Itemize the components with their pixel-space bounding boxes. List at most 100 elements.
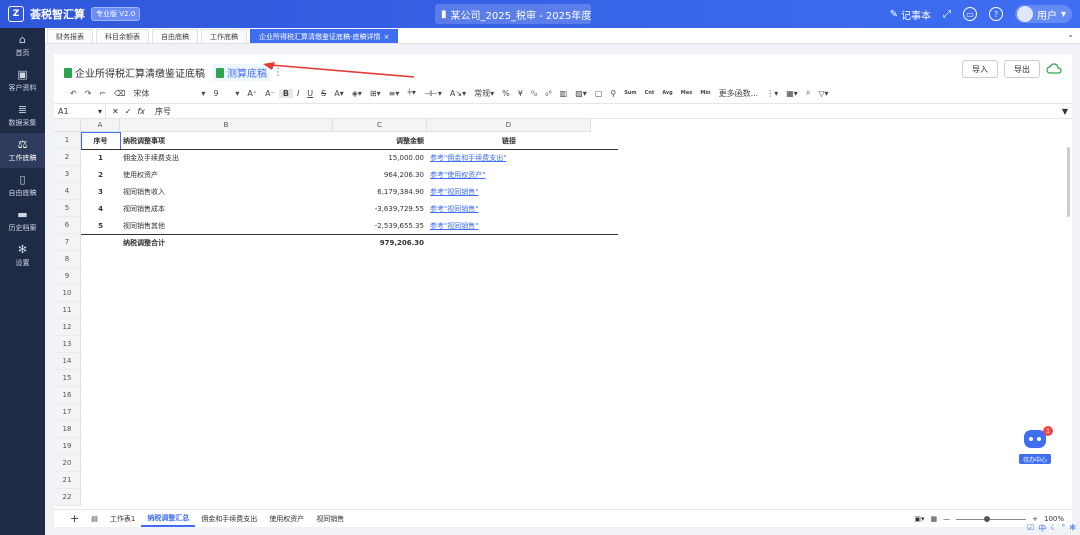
sum-button[interactable]: Sum [620, 90, 640, 96]
font-color-icon[interactable]: A▾ [330, 89, 348, 98]
underline-icon[interactable]: U [303, 89, 317, 98]
decimal-decrease-icon[interactable]: ₀⁰ [541, 89, 555, 98]
zoom-out-icon[interactable]: — [943, 515, 950, 523]
cell-item[interactable]: 佣金及手续费支出 [120, 149, 333, 166]
check-icon[interactable]: ☑ [1027, 523, 1034, 534]
row-header[interactable]: 6 [54, 217, 81, 234]
column-header[interactable]: D [427, 119, 591, 132]
row-header[interactable]: 21 [54, 472, 81, 489]
max-button[interactable]: Max [677, 90, 697, 96]
help-icon[interactable]: ? [988, 7, 1003, 21]
confirm-icon[interactable]: ✓ [125, 107, 132, 116]
border-icon[interactable]: ⊞▾ [366, 89, 385, 98]
cell-link[interactable]: 参考"视同销售" [427, 183, 591, 200]
align-vertical-icon[interactable]: ⫩▾ [403, 88, 420, 98]
freeze-icon[interactable]: ▦▾ [782, 89, 802, 98]
sidebar-item-data-collection[interactable]: ≣ 数据采集 [0, 98, 45, 133]
row-header[interactable]: 15 [54, 370, 81, 387]
gear-icon[interactable]: ✻ [1069, 523, 1076, 534]
cell-amount[interactable]: -2,539,655.35 [333, 217, 427, 234]
number-format-select[interactable]: 常规 ▾ [470, 88, 498, 99]
filter-icon[interactable]: ⋮▾ [762, 89, 782, 98]
column-header[interactable]: B [120, 119, 333, 132]
font-size-select[interactable]: 9 ▾ [209, 89, 243, 98]
row-header[interactable]: 12 [54, 319, 81, 336]
funnel-icon[interactable]: ▽▾ [814, 89, 832, 98]
user-menu[interactable]: 用户 ▾ [1014, 5, 1072, 23]
cell-no[interactable]: 2 [81, 166, 120, 183]
sheet-list-icon[interactable]: ▤ [85, 515, 104, 523]
cloud-sync-icon[interactable] [1046, 63, 1062, 75]
zoom-slider-handle[interactable] [984, 515, 991, 522]
count-button[interactable]: Cnt [641, 90, 659, 96]
select-all-corner[interactable] [54, 119, 81, 132]
tab-trial-balance[interactable]: 科目余额表 [96, 29, 149, 43]
cell-no[interactable]: 1 [81, 149, 120, 166]
cell-link[interactable]: 参考"使用权资产" [427, 166, 591, 183]
sidebar-item-settings[interactable]: ✻ 设置 [0, 238, 45, 273]
tab-free-workpapers[interactable]: 自由底稿 [152, 29, 198, 43]
todo-center-button[interactable]: 1 待办中心 [1019, 426, 1053, 466]
merge-cells-icon[interactable]: ⊣⊢▾ [420, 89, 446, 98]
average-button[interactable]: Avg [658, 90, 677, 96]
sidebar-item-clients[interactable]: ▣ 客户资料 [0, 63, 45, 98]
cell-no[interactable]: 4 [81, 200, 120, 217]
row-header[interactable]: 19 [54, 438, 81, 455]
header-cell-item[interactable]: 纳税调整事项 [120, 132, 333, 149]
caret-down-icon[interactable]: ▼ [1062, 107, 1068, 116]
align-horizontal-icon[interactable]: ≡▾ [385, 89, 404, 98]
row-header[interactable]: 13 [54, 336, 81, 353]
sidebar-item-workpapers[interactable]: ⚖ 工作底稿 [0, 133, 45, 168]
sheet-tab[interactable]: 视同销售 [310, 514, 350, 524]
row-header[interactable]: 11 [54, 302, 81, 319]
dots-icon[interactable]: ° [1061, 523, 1065, 534]
undo-icon[interactable]: ↶ [66, 89, 81, 98]
fx-icon[interactable]: fx [137, 107, 145, 116]
text-rotate-icon[interactable]: A↘▾ [446, 89, 470, 98]
export-button[interactable]: 导出 [1004, 60, 1040, 78]
row-header[interactable]: 14 [54, 353, 81, 370]
ime-language[interactable]: 中 [1038, 523, 1046, 534]
header-cell-no[interactable]: 序号 [81, 132, 120, 149]
tab-workpaper-detail[interactable]: 企业所得税汇算清缴鉴证底稿-底稿详情 × [250, 29, 399, 43]
grid-view-icon[interactable]: ▦ [930, 515, 937, 523]
bold-icon[interactable]: B [278, 88, 293, 98]
row-header[interactable]: 10 [54, 285, 81, 302]
cell-item[interactable]: 使用权资产 [120, 166, 333, 183]
header-cell-amount[interactable]: 调整金额 [333, 132, 427, 149]
cell-no[interactable]: 3 [81, 183, 120, 200]
strikethrough-icon[interactable]: S [317, 89, 330, 98]
cell-item[interactable]: 视同销售其他 [120, 217, 333, 234]
search-icon[interactable]: ⌕ [802, 88, 814, 98]
row-header[interactable]: 22 [54, 489, 81, 506]
row-header[interactable]: 16 [54, 387, 81, 404]
close-icon[interactable]: × [384, 33, 390, 41]
image-icon[interactable]: ▨▾ [571, 89, 591, 98]
sheet-grid[interactable]: A B C D 1 2 3 4 5 6 7 8 9 10 11 12 13 14 15 16 17 18 19 20 2… [54, 119, 1072, 509]
percent-icon[interactable]: % [498, 89, 514, 98]
header-cell-link[interactable]: 链接 [427, 132, 591, 149]
total-amount[interactable]: 979,206.30 [333, 234, 427, 251]
row-header[interactable]: 3 [54, 166, 81, 183]
cell-amount[interactable]: 964,206.30 [333, 166, 427, 183]
clear-format-icon[interactable]: ⌫ [110, 89, 129, 98]
row-header[interactable]: 9 [54, 268, 81, 285]
row-header[interactable]: 17 [54, 404, 81, 421]
decimal-increase-icon[interactable]: ⁰₀ [527, 89, 541, 98]
vertical-scrollbar[interactable] [1067, 147, 1070, 217]
sheet-tab-active[interactable]: 纳税调整汇总 [141, 510, 196, 527]
cancel-icon[interactable]: ✕ [112, 107, 119, 116]
formula-input[interactable]: 序号 [151, 106, 171, 117]
row-header[interactable]: 8 [54, 251, 81, 268]
tab-workpapers[interactable]: 工作底稿 [201, 29, 247, 43]
sheet-tab[interactable]: 使用权资产 [263, 514, 310, 524]
zoom-slider[interactable] [956, 515, 1027, 522]
cell-no[interactable]: 5 [81, 217, 120, 234]
row-header[interactable]: 20 [54, 455, 81, 472]
cell-link[interactable]: 参考"视同销售" [427, 217, 591, 234]
font-family-select[interactable]: 宋体 ▾ [129, 88, 209, 99]
italic-icon[interactable]: I [293, 89, 303, 98]
total-label[interactable]: 纳税调整合计 [120, 234, 333, 251]
add-sheet-icon[interactable]: + [64, 512, 85, 525]
sheet-tab[interactable]: 工作表1 [104, 514, 141, 524]
